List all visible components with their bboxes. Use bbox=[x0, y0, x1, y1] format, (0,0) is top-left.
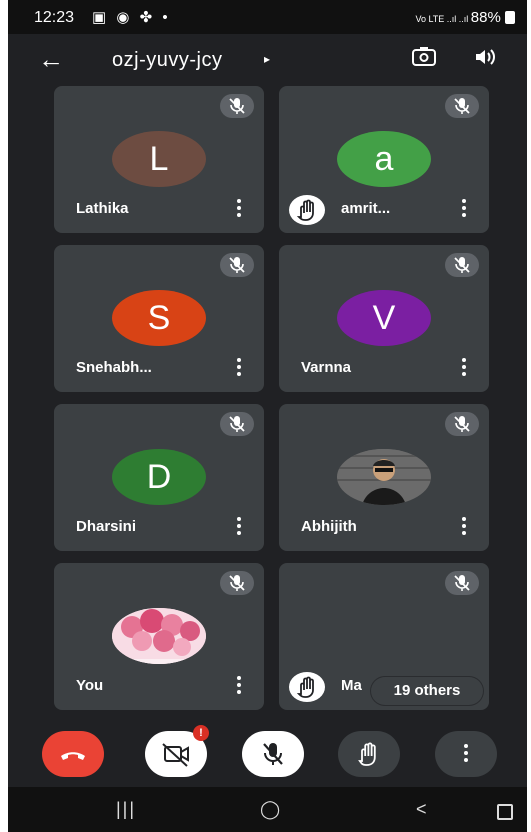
microphone-toggle-button[interactable] bbox=[242, 731, 304, 777]
battery-percent: 88% bbox=[470, 9, 501, 26]
system-nav-bar: ||| ◯ < bbox=[8, 787, 527, 832]
hang-up-icon bbox=[61, 752, 85, 760]
phone-screen: 12:23 ▣ ◉ ✤ • Vo LTE ..ıl ..ıl 88% ← ozj… bbox=[8, 0, 527, 832]
meeting-code[interactable]: ozj-yuvy-jcy bbox=[112, 49, 222, 72]
avatar: a bbox=[337, 131, 431, 187]
more-options-icon[interactable] bbox=[461, 199, 467, 219]
back-button[interactable]: < bbox=[416, 799, 427, 820]
avatar: S bbox=[112, 290, 206, 346]
participant-tile[interactable]: a amrit... bbox=[279, 86, 489, 233]
raised-hand-icon bbox=[289, 672, 325, 702]
roses-photo-icon bbox=[112, 608, 206, 664]
meeting-details-caret-icon[interactable]: ▸ bbox=[264, 52, 270, 66]
network-signal-icon: Vo LTE ..ıl ..ıl bbox=[415, 14, 471, 24]
participant-name: Varnna bbox=[301, 359, 352, 376]
participant-name: amrit... bbox=[341, 200, 391, 217]
more-options-button[interactable] bbox=[435, 731, 497, 777]
participant-name: Dharsini bbox=[76, 518, 137, 535]
participant-tile[interactable]: D Dharsini bbox=[54, 404, 264, 551]
others-chip[interactable]: 19 others bbox=[371, 677, 483, 705]
raise-hand-button[interactable] bbox=[338, 731, 400, 777]
mic-off-icon bbox=[220, 253, 254, 277]
avatar: V bbox=[337, 290, 431, 346]
camera-toggle-button[interactable]: ! bbox=[145, 725, 209, 777]
mic-off-icon bbox=[220, 571, 254, 595]
avatar: D bbox=[112, 449, 206, 505]
camera-alert-badge: ! bbox=[193, 725, 209, 741]
participant-name: Abhijith bbox=[301, 518, 357, 535]
participant-name: Lathika bbox=[76, 200, 129, 217]
participant-tile-self[interactable]: You bbox=[54, 563, 264, 710]
mic-off-icon bbox=[445, 253, 479, 277]
notification-icons: ▣ ◉ ✤ • bbox=[92, 9, 171, 26]
status-bar: 12:23 ▣ ◉ ✤ • Vo LTE ..ıl ..ıl 88% bbox=[8, 0, 527, 34]
hand-icon bbox=[358, 742, 376, 766]
mic-off-icon bbox=[445, 94, 479, 118]
participant-name: Ma bbox=[341, 677, 362, 694]
meeting-top-bar: ← ozj-yuvy-jcy ▸ bbox=[8, 34, 527, 84]
participant-tile[interactable]: Abhijith bbox=[279, 404, 489, 551]
mic-off-icon bbox=[445, 412, 479, 436]
raised-hand-icon bbox=[289, 195, 325, 225]
status-time: 12:23 bbox=[34, 9, 75, 26]
mic-off-icon bbox=[220, 412, 254, 436]
profile-photo bbox=[112, 608, 206, 664]
switch-camera-icon[interactable] bbox=[412, 47, 436, 67]
status-right: Vo LTE ..ıl ..ıl 88% bbox=[415, 9, 515, 26]
more-options-icon[interactable] bbox=[461, 358, 467, 378]
recent-apps-button[interactable]: ||| bbox=[116, 799, 136, 820]
mic-off-icon bbox=[445, 571, 479, 595]
participant-tile[interactable]: V Varnna bbox=[279, 245, 489, 392]
end-call-button[interactable] bbox=[42, 731, 104, 777]
home-button[interactable]: ◯ bbox=[260, 799, 280, 820]
participant-name: You bbox=[76, 677, 104, 694]
battery-icon bbox=[505, 11, 515, 24]
more-options-icon[interactable] bbox=[461, 517, 467, 537]
speaker-icon[interactable] bbox=[474, 46, 496, 68]
back-arrow-icon[interactable]: ← bbox=[38, 44, 64, 75]
avatar: L bbox=[112, 131, 206, 187]
more-vert-icon bbox=[463, 744, 469, 765]
person-photo-icon bbox=[337, 449, 431, 505]
more-options-icon[interactable] bbox=[236, 199, 242, 219]
participant-name: Snehabh... bbox=[76, 359, 152, 376]
mic-off-icon bbox=[220, 94, 254, 118]
participant-tile[interactable]: S Snehabh... bbox=[54, 245, 264, 392]
profile-photo bbox=[337, 449, 431, 505]
keyboard-toggle-icon[interactable] bbox=[497, 804, 513, 820]
more-options-icon[interactable] bbox=[236, 517, 242, 537]
mic-off-icon bbox=[263, 743, 283, 765]
more-options-icon[interactable] bbox=[236, 358, 242, 378]
more-options-icon[interactable] bbox=[236, 676, 242, 696]
participant-tile[interactable]: L Lathika bbox=[54, 86, 264, 233]
